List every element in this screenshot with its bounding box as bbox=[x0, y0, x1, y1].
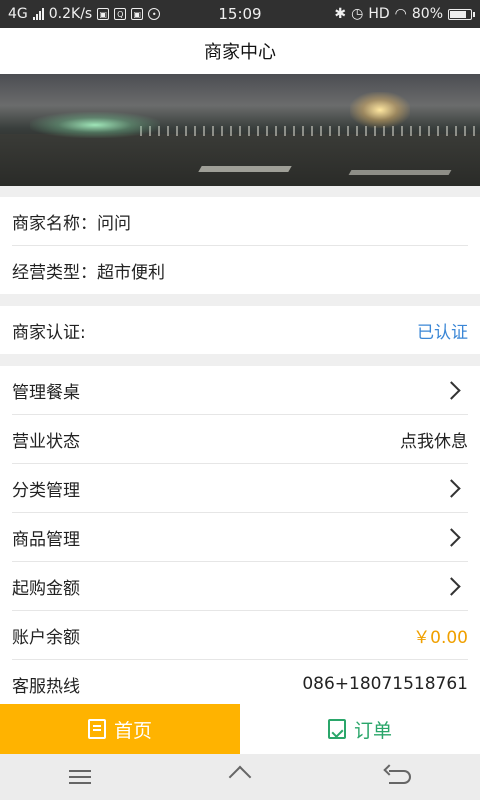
status-right: ✱ ◷ HD ◠ 80% bbox=[334, 6, 475, 22]
alarm-icon: ◷ bbox=[351, 6, 364, 22]
menu-item-label: 商品管理 bbox=[12, 529, 80, 550]
menu-item-label: 分类管理 bbox=[12, 480, 80, 501]
hd-indicator: HD bbox=[368, 6, 390, 22]
menu-item-product-management[interactable]: 商品管理 bbox=[12, 513, 468, 562]
tab-orders-label: 订单 bbox=[353, 719, 392, 742]
clipboard-check-icon bbox=[327, 719, 346, 739]
chevron-right-icon bbox=[442, 478, 461, 498]
document-icon bbox=[87, 719, 106, 739]
chevron-right-icon bbox=[442, 380, 461, 400]
signal-icon bbox=[32, 8, 44, 20]
chevron-right-icon bbox=[442, 527, 461, 547]
menu-icon[interactable] bbox=[69, 770, 91, 784]
banner-road-marking-2 bbox=[348, 170, 452, 175]
network-type: 4G bbox=[8, 6, 28, 22]
banner-road-marking bbox=[198, 166, 292, 172]
hotline-number[interactable]: 086+18071518761 bbox=[302, 674, 468, 694]
tab-orders[interactable]: 订单 bbox=[240, 704, 480, 754]
chevron-right-icon bbox=[442, 576, 461, 596]
tab-home-label: 首页 bbox=[113, 719, 152, 742]
store-info-section: 商家名称：问问 经营类型：超市便利 bbox=[0, 197, 480, 294]
status-bar: 4G 0.2K/s ▣ Q ▣ • 15:09 ✱ ◷ HD ◠ 80% bbox=[0, 0, 480, 28]
business-type: 经营类型：超市便利 bbox=[12, 258, 165, 283]
battery-icon bbox=[448, 8, 475, 20]
banner-fence bbox=[140, 126, 480, 136]
business-type-label: 经营类型： bbox=[12, 262, 97, 283]
page-header: 商家中心 bbox=[0, 28, 480, 74]
business-type-row: 经营类型：超市便利 bbox=[12, 246, 468, 294]
store-name: 商家名称：问问 bbox=[12, 209, 131, 234]
app-notification-icon-2: ▣ bbox=[131, 8, 144, 20]
app-notification-icon: ▣ bbox=[97, 8, 110, 20]
business-type-value: 超市便利 bbox=[97, 262, 165, 283]
status-left: 4G 0.2K/s ▣ Q ▣ • bbox=[8, 6, 161, 22]
menu-item-category-management[interactable]: 分类管理 bbox=[12, 464, 468, 513]
tab-home[interactable]: 首页 bbox=[0, 704, 240, 754]
menu-item-label: 客服热线 bbox=[12, 676, 80, 697]
bluetooth-icon: ✱ bbox=[334, 6, 347, 22]
menu-item-business-status[interactable]: 营业状态 点我休息 bbox=[12, 415, 468, 464]
qq-icon: Q bbox=[114, 8, 127, 20]
system-navigation-bar bbox=[0, 754, 480, 800]
menu-item-label: 起购金额 bbox=[12, 578, 80, 599]
certification-label: 商家认证: bbox=[12, 322, 86, 343]
message-icon: • bbox=[148, 8, 161, 20]
management-menu: 管理餐桌 营业状态 点我休息 分类管理 商品管理 起购金额 账户余额 ￥0.00… bbox=[0, 366, 480, 708]
menu-item-service-hotline[interactable]: 客服热线 086+18071518761 bbox=[12, 660, 468, 708]
bottom-tab-bar: 首页 订单 bbox=[0, 704, 480, 754]
banner-glow bbox=[30, 112, 160, 138]
rest-toggle-button[interactable]: 点我休息 bbox=[400, 427, 468, 452]
network-speed: 0.2K/s bbox=[48, 6, 93, 22]
account-balance-value: ￥0.00 bbox=[413, 627, 468, 648]
menu-item-manage-tables[interactable]: 管理餐桌 bbox=[12, 366, 468, 415]
store-name-label: 商家名称： bbox=[12, 213, 97, 234]
page-title: 商家中心 bbox=[204, 42, 276, 63]
back-icon[interactable] bbox=[389, 770, 411, 784]
menu-item-label: 管理餐桌 bbox=[12, 382, 80, 403]
menu-item-minimum-purchase[interactable]: 起购金额 bbox=[12, 562, 468, 611]
banner-light bbox=[350, 92, 410, 128]
store-banner-image bbox=[0, 74, 480, 186]
menu-item-account-balance[interactable]: 账户余额 ￥0.00 bbox=[12, 611, 468, 660]
menu-item-label: 账户余额 bbox=[12, 627, 80, 648]
battery-percent: 80% bbox=[411, 6, 443, 22]
certification-status: 已认证 bbox=[417, 322, 468, 343]
store-name-value: 问问 bbox=[97, 213, 131, 234]
wifi-icon: ◠ bbox=[394, 6, 407, 22]
home-icon[interactable] bbox=[229, 768, 251, 786]
certification-row: 商家认证: 已认证 bbox=[12, 306, 468, 354]
menu-item-label: 营业状态 bbox=[12, 431, 80, 452]
certification-section: 商家认证: 已认证 bbox=[0, 306, 480, 354]
banner-road bbox=[0, 134, 480, 186]
store-name-row: 商家名称：问问 bbox=[12, 197, 468, 246]
